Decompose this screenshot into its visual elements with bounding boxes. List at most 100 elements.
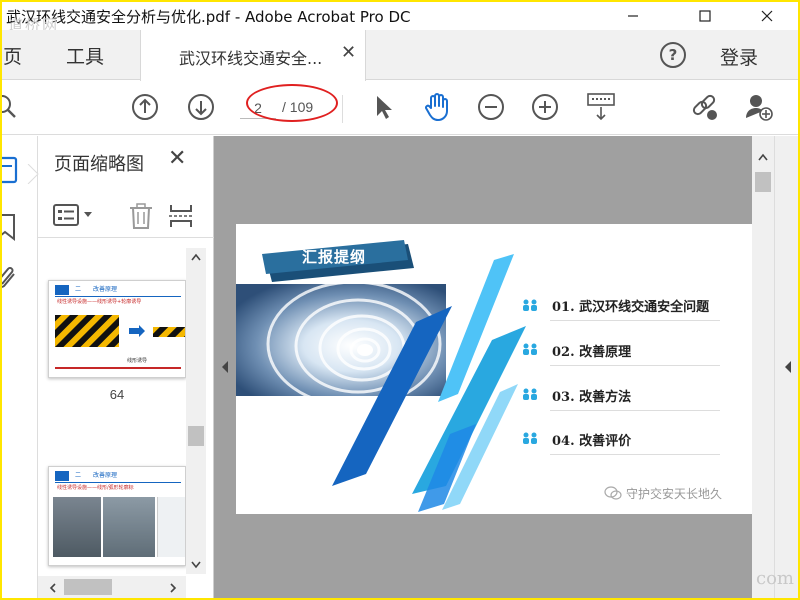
pdf-page: 汇报提纲 01. 武汉环线交通安全问题 02. 改善原理 03. 改善方法 04… <box>236 224 752 514</box>
agenda-item: 01. 武汉环线交通安全问题 <box>552 300 710 315</box>
thumbnail-header-title: 改善原理 <box>93 472 118 479</box>
hand-tool-button[interactable] <box>422 92 452 122</box>
people-icon <box>523 388 537 400</box>
scrollbar-thumb[interactable] <box>64 579 112 595</box>
thumbnails-horizontal-scrollbar[interactable] <box>38 576 186 598</box>
page-thumbnails-nav-button[interactable] <box>2 154 20 188</box>
hazard-stripes-illustration <box>55 315 185 347</box>
slide-artwork <box>236 240 526 512</box>
right-pane-toggle[interactable] <box>774 136 798 598</box>
scrollbar-thumb[interactable] <box>188 426 204 446</box>
corner-watermark: com <box>756 568 794 589</box>
thumbnail-header-number: 二 <box>75 472 82 479</box>
tab-home[interactable]: 主页 <box>2 42 22 69</box>
split-icon <box>169 205 193 227</box>
page-thumbnail[interactable]: 二 改善原理 线性诱导设施——线形诱导+轮廓诱导 线形诱导 <box>48 280 186 378</box>
share-link-button[interactable] <box>690 92 720 122</box>
thumbnail-options-button[interactable] <box>52 202 96 232</box>
people-icon <box>523 299 537 311</box>
people-icon <box>523 432 537 444</box>
cursor-arrow-icon <box>377 96 392 119</box>
chevron-up-icon <box>191 253 201 261</box>
maximize-icon <box>699 10 711 22</box>
thumbnail-header-title: 改善原理 <box>93 286 118 293</box>
minimize-button[interactable] <box>610 2 656 30</box>
add-user-icon <box>746 95 773 121</box>
agenda-divider <box>550 410 720 411</box>
tab-document[interactable]: 武汉环线交通安全... ✕ <box>140 30 366 81</box>
zoom-out-button[interactable] <box>476 92 506 122</box>
agenda-divider <box>550 365 720 366</box>
thumbnails-panel-title: 页面缩略图 <box>54 154 144 175</box>
search-icon <box>2 95 16 118</box>
chevron-down-icon <box>191 561 201 569</box>
acrobat-window: 武汉环线交通安全分析与优化.pdf - Adobe Acrobat Pro DC… <box>2 2 798 598</box>
slide-banner-title: 汇报提纲 <box>302 248 367 266</box>
keyboard-down-icon <box>587 93 615 121</box>
thumbnails-vertical-scrollbar[interactable] <box>186 248 206 574</box>
toolbar: / 109 <box>2 81 798 135</box>
agenda-item: 02. 改善原理 <box>552 345 632 360</box>
list-options-icon <box>53 204 92 226</box>
bookmarks-nav-button[interactable] <box>2 212 18 246</box>
toolbar-separator <box>342 95 343 123</box>
panel-pointer-icon <box>27 164 39 184</box>
document-view[interactable]: 汇报提纲 01. 武汉环线交通安全问题 02. 改善原理 03. 改善方法 04… <box>214 136 798 598</box>
thumbnail-caption: 线形诱导 <box>127 358 148 364</box>
page-thumbnail[interactable]: 二 改善原理 线性诱导设施——线形/弧形轮廓标 <box>48 466 186 566</box>
window-title: 武汉环线交通安全分析与优化.pdf - Adobe Acrobat Pro DC <box>6 8 411 26</box>
document-vertical-scrollbar[interactable] <box>752 136 774 598</box>
close-tab-icon[interactable]: ✕ <box>341 42 356 63</box>
thumbnail-page-number: 64 <box>109 387 125 402</box>
previous-page-button[interactable] <box>130 92 160 122</box>
split-pages-button[interactable] <box>168 202 194 234</box>
attachments-nav-button[interactable] <box>2 266 18 300</box>
minimize-icon <box>628 15 638 17</box>
chevron-left-icon <box>49 583 56 593</box>
thumbnail-subtitle: 线性诱导设施——线形/弧形轮廓标 <box>57 485 134 491</box>
agenda-divider <box>550 320 720 321</box>
chevron-up-icon <box>758 153 768 161</box>
document-tab-label: 武汉环线交通安全... <box>179 49 323 68</box>
hand-icon <box>425 93 448 121</box>
title-bar: 武汉环线交通安全分析与优化.pdf - Adobe Acrobat Pro DC… <box>2 2 798 34</box>
chevron-right-icon <box>170 583 177 593</box>
zoom-in-button[interactable] <box>530 92 560 122</box>
thumbnail-photo <box>103 497 155 557</box>
thumbnails-toolbar <box>38 192 214 238</box>
wechat-icon <box>604 486 622 500</box>
agenda-item: 03. 改善方法 <box>552 390 632 405</box>
close-icon <box>761 10 773 22</box>
close-panel-icon[interactable]: ✕ <box>168 146 186 171</box>
wechat-watermark: 守护交安天长地久 <box>626 487 723 501</box>
close-window-button[interactable] <box>744 2 790 30</box>
login-button[interactable]: 登录 <box>720 43 758 70</box>
red-annotation-ellipse <box>246 84 338 122</box>
tab-bar: 主页 工具 武汉环线交通安全... ✕ ? 登录 <box>2 30 798 81</box>
scrollbar-thumb[interactable] <box>755 172 771 192</box>
delete-pages-button[interactable] <box>128 202 154 234</box>
zoom-in-icon <box>532 94 558 120</box>
thumbnail-header-number: 二 <box>75 286 82 293</box>
arrow-down-circle-icon <box>188 94 214 120</box>
bookmark-icon <box>2 214 15 242</box>
zoom-out-icon <box>478 94 504 120</box>
trash-icon <box>130 203 152 229</box>
tab-tools[interactable]: 工具 <box>66 42 104 69</box>
add-user-button[interactable] <box>744 92 774 122</box>
maximize-button[interactable] <box>682 2 728 30</box>
help-button[interactable]: ? <box>660 42 686 68</box>
paperclip-icon <box>2 267 15 288</box>
select-tool-button[interactable] <box>368 92 398 122</box>
page-fit-button[interactable] <box>586 92 616 122</box>
search-button[interactable] <box>2 92 20 122</box>
agenda-item: 04. 改善评价 <box>552 434 632 449</box>
agenda-divider <box>550 454 720 455</box>
people-icon <box>523 343 537 355</box>
thumbnail-subtitle: 线性诱导设施——线形诱导+轮廓诱导 <box>57 299 142 305</box>
left-navigation-rail <box>2 136 38 598</box>
collapse-left-panel-icon[interactable] <box>220 360 230 374</box>
thumbnail-photo <box>53 497 101 557</box>
expand-right-pane-icon[interactable] <box>783 360 793 374</box>
next-page-button[interactable] <box>186 92 216 122</box>
